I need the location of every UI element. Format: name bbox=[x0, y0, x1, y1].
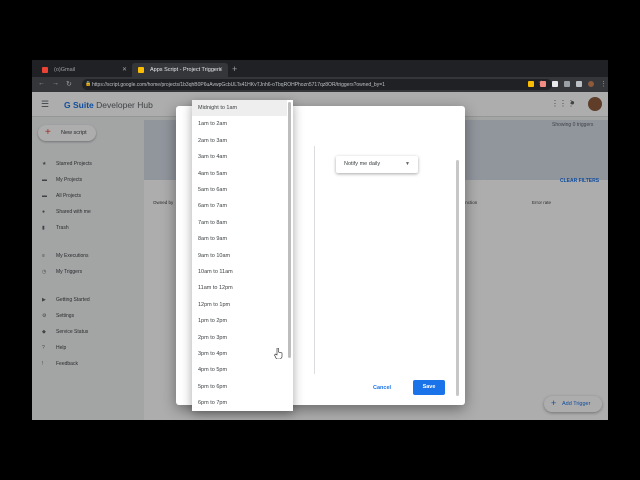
tab-gmail[interactable]: (o)Gmail ✕ bbox=[36, 63, 132, 77]
time-option[interactable]: Midnight to 1am bbox=[192, 100, 287, 116]
extension-icon[interactable] bbox=[528, 81, 534, 87]
url-text: https://script.google.com/home/projects/… bbox=[92, 82, 385, 88]
time-option[interactable]: 10am to 11am bbox=[192, 264, 287, 280]
dialog-column-divider bbox=[314, 146, 315, 374]
chevron-down-icon: ▼ bbox=[405, 161, 410, 167]
hand-cursor-icon bbox=[274, 348, 283, 359]
close-tab-icon[interactable]: ✕ bbox=[218, 66, 223, 73]
profile-avatar-icon[interactable] bbox=[588, 81, 594, 87]
dialog-scrollbar[interactable] bbox=[456, 160, 459, 396]
save-button[interactable]: Save bbox=[413, 380, 445, 395]
time-option[interactable]: 3pm to 4pm bbox=[192, 346, 287, 362]
time-option[interactable]: 11am to 12pm bbox=[192, 280, 287, 296]
time-of-day-dropdown: Midnight to 1am 1am to 2am 2am to 3am 3a… bbox=[192, 100, 293, 411]
time-option[interactable]: 6am to 7am bbox=[192, 198, 287, 214]
dropdown-scrollbar[interactable] bbox=[288, 102, 291, 358]
tab-apps-script[interactable]: Apps Script - Project Triggers ✕ bbox=[132, 63, 228, 77]
tab-label: (o)Gmail bbox=[54, 67, 76, 73]
notify-select-value: Notify me daily bbox=[344, 161, 381, 167]
time-option[interactable]: 1pm to 2pm bbox=[192, 313, 287, 329]
time-option[interactable]: 4pm to 5pm bbox=[192, 362, 287, 378]
time-option[interactable]: 8am to 9am bbox=[192, 231, 287, 247]
back-icon[interactable]: ← bbox=[38, 80, 45, 87]
time-option[interactable]: 3am to 4am bbox=[192, 149, 287, 165]
gmail-favicon-icon bbox=[42, 67, 48, 73]
notify-frequency-select[interactable]: Notify me daily ▼ bbox=[336, 156, 418, 173]
extension-icon[interactable] bbox=[576, 81, 582, 87]
browser-window: (o)Gmail ✕ Apps Script - Project Trigger… bbox=[32, 60, 608, 420]
time-option[interactable]: 1am to 2am bbox=[192, 116, 287, 132]
time-option[interactable]: 6pm to 7pm bbox=[192, 395, 287, 411]
extension-icon[interactable] bbox=[564, 81, 570, 87]
cancel-button[interactable]: Cancel bbox=[373, 385, 391, 391]
reload-icon[interactable]: ↻ bbox=[66, 80, 72, 88]
time-option[interactable]: 2pm to 3pm bbox=[192, 330, 287, 346]
address-bar-row: ← → ↻ 🔒 https://script.google.com/home/p… bbox=[32, 77, 608, 92]
forward-icon[interactable]: → bbox=[52, 80, 59, 87]
extension-icon[interactable] bbox=[552, 81, 558, 87]
time-option[interactable]: 9am to 10am bbox=[192, 248, 287, 264]
time-option[interactable]: 7am to 8am bbox=[192, 215, 287, 231]
new-tab-button[interactable]: + bbox=[232, 64, 237, 74]
time-option[interactable]: 5pm to 6pm bbox=[192, 379, 287, 395]
time-option[interactable]: 12pm to 1pm bbox=[192, 297, 287, 313]
tab-strip: (o)Gmail ✕ Apps Script - Project Trigger… bbox=[32, 60, 608, 77]
tab-label: Apps Script - Project Triggers bbox=[150, 67, 222, 73]
apps-script-favicon-icon bbox=[138, 67, 144, 73]
browser-menu-icon[interactable]: ⋮ bbox=[600, 80, 607, 88]
time-option[interactable]: 5am to 6am bbox=[192, 182, 287, 198]
url-input[interactable]: 🔒 https://script.google.com/home/project… bbox=[82, 79, 552, 90]
time-option[interactable]: 2am to 3am bbox=[192, 133, 287, 149]
time-option[interactable]: 4am to 5am bbox=[192, 166, 287, 182]
extension-icon[interactable] bbox=[540, 81, 546, 87]
lock-icon: 🔒 bbox=[85, 81, 92, 87]
close-tab-icon[interactable]: ✕ bbox=[122, 66, 127, 73]
